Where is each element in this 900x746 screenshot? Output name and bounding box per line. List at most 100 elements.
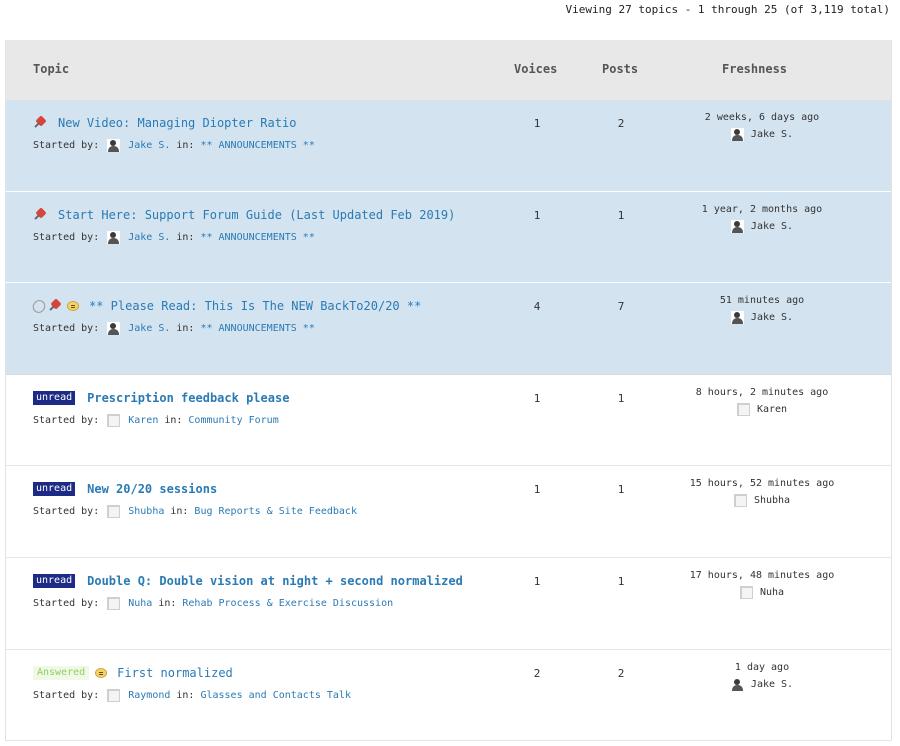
freshness-cell: 15 hours, 52 minutes ago Shubha xyxy=(651,478,873,510)
author-link[interactable]: Shubha xyxy=(128,506,164,517)
topic-row: unread Prescription feedback please Star… xyxy=(6,375,891,467)
author-avatar[interactable] xyxy=(107,596,121,610)
topic-title-link[interactable]: New Video: Managing Diopter Ratio xyxy=(58,116,296,130)
last-poster-link[interactable]: Jake S. xyxy=(751,221,793,232)
author-avatar[interactable] xyxy=(107,230,121,244)
topic-row: unread Double Q: Double vision at night … xyxy=(6,558,891,650)
posts-count: 2 xyxy=(617,666,625,680)
forum-link[interactable]: Glasses and Contacts Talk xyxy=(200,690,351,701)
topic-row: New Video: Managing Diopter Ratio Starte… xyxy=(6,100,891,192)
freshness-cell: 8 hours, 2 minutes ago Karen xyxy=(651,387,873,419)
started-by-label: Started by: xyxy=(33,597,100,609)
freshness-link[interactable]: 1 year, 2 months ago xyxy=(651,204,873,215)
started-by-label: Started by: xyxy=(33,506,100,518)
last-poster-link[interactable]: Nuha xyxy=(760,587,784,598)
posts-count: 1 xyxy=(617,208,625,222)
author-link[interactable]: Jake S. xyxy=(128,140,170,151)
freshness-cell: 1 day ago Jake S. xyxy=(651,662,873,694)
posts-count: 7 xyxy=(617,300,625,314)
author-avatar[interactable] xyxy=(107,322,121,336)
freshness-cell: 51 minutes ago Jake S. xyxy=(651,295,873,327)
last-poster-avatar[interactable] xyxy=(736,402,750,416)
freshness-cell: 17 hours, 48 minutes ago Nuha xyxy=(651,570,873,602)
last-poster-avatar[interactable] xyxy=(739,585,753,599)
author-link[interactable]: Nuha xyxy=(128,598,152,609)
author-avatar[interactable] xyxy=(107,413,121,427)
unread-badge: unread xyxy=(33,482,76,497)
unread-badge: unread xyxy=(33,573,76,588)
started-by-label: Started by: xyxy=(33,414,100,426)
last-poster-avatar[interactable] xyxy=(730,677,744,691)
last-poster-avatar[interactable] xyxy=(730,128,744,141)
author-link[interactable]: Jake S. xyxy=(128,323,170,334)
freshness-link[interactable]: 15 hours, 52 minutes ago xyxy=(651,478,873,489)
started-by-label: Started by: xyxy=(33,689,100,701)
topic-title-link[interactable]: Prescription feedback please xyxy=(87,391,289,405)
pagination-count: Viewing 27 topics - 1 through 25 (of 3,1… xyxy=(565,3,890,16)
column-header-voices: Voices xyxy=(514,62,558,76)
unread-badge: unread xyxy=(33,390,76,405)
freshness-link[interactable]: 1 day ago xyxy=(651,662,873,673)
topic-title-link[interactable]: ** Please Read: This Is The NEW BackTo20… xyxy=(89,299,421,313)
started-by-label: Started by: xyxy=(33,323,100,335)
author-link[interactable]: Karen xyxy=(128,415,158,426)
column-header-posts: Posts xyxy=(602,62,639,76)
last-poster-avatar[interactable] xyxy=(730,311,744,325)
voices-count: 1 xyxy=(533,117,541,130)
topic-row: Answered First normalized Started by: Ra… xyxy=(6,650,891,742)
freshness-link[interactable]: 17 hours, 48 minutes ago xyxy=(651,570,873,581)
voices-count: 1 xyxy=(533,208,541,222)
voices-count: 1 xyxy=(533,483,541,497)
last-poster-link[interactable]: Karen xyxy=(757,404,787,415)
topic-title-link[interactable]: Double Q: Double vision at night + secon… xyxy=(87,574,463,588)
topic-row: ** Please Read: This Is The NEW BackTo20… xyxy=(6,283,891,375)
topic-title-link[interactable]: First normalized xyxy=(117,666,233,680)
answered-badge: Answered xyxy=(33,665,90,680)
freshness-cell: 1 year, 2 months ago Jake S. xyxy=(651,204,873,236)
freshness-cell: 2 weeks, 6 days ago Jake S. xyxy=(651,112,873,144)
author-avatar[interactable] xyxy=(107,688,121,702)
voices-count: 1 xyxy=(533,574,541,588)
forum-link[interactable]: ** ANNOUNCEMENTS ** xyxy=(200,232,314,243)
column-header-freshness: Freshness xyxy=(722,62,788,76)
last-poster-avatar[interactable] xyxy=(730,219,744,233)
topic-table: Topic Voices Posts Freshness New Video: … xyxy=(5,40,892,742)
forum-link[interactable]: Community Forum xyxy=(188,415,278,426)
author-avatar[interactable] xyxy=(107,139,121,152)
forum-link[interactable]: ** ANNOUNCEMENTS ** xyxy=(200,140,314,151)
last-poster-link[interactable]: Jake S. xyxy=(751,312,793,323)
column-header-topic: Topic xyxy=(33,62,70,76)
started-by-label: Started by: xyxy=(33,140,100,151)
started-by-label: Started by: xyxy=(33,231,100,243)
in-label: in: xyxy=(158,597,177,609)
author-avatar[interactable] xyxy=(107,505,121,519)
voices-count: 4 xyxy=(533,300,541,314)
posts-count: 1 xyxy=(617,483,625,497)
voices-count: 2 xyxy=(533,666,541,680)
forum-link[interactable]: Rehab Process & Exercise Discussion xyxy=(182,598,393,609)
freshness-link[interactable]: 2 weeks, 6 days ago xyxy=(651,112,873,123)
forum-link[interactable]: ** ANNOUNCEMENTS ** xyxy=(200,323,314,334)
topic-title-link[interactable]: Start Here: Support Forum Guide (Last Up… xyxy=(58,208,455,222)
author-link[interactable]: Jake S. xyxy=(128,232,170,243)
pin-icon xyxy=(33,208,49,222)
pin-icon xyxy=(33,116,49,130)
last-poster-link[interactable]: Jake S. xyxy=(751,679,793,690)
posts-count: 2 xyxy=(617,117,625,130)
topic-title-link[interactable]: New 20/20 sessions xyxy=(87,482,217,496)
forum-link[interactable]: Bug Reports & Site Feedback xyxy=(194,506,357,517)
in-label: in: xyxy=(176,689,195,701)
last-poster-link[interactable]: Shubha xyxy=(754,495,790,506)
last-poster-avatar[interactable] xyxy=(733,494,747,508)
posts-count: 1 xyxy=(617,391,625,405)
in-label: in: xyxy=(176,231,195,243)
pin-icon xyxy=(48,299,64,313)
author-link[interactable]: Raymond xyxy=(128,690,170,701)
topic-row: Start Here: Support Forum Guide (Last Up… xyxy=(6,191,891,284)
table-header: Topic Voices Posts Freshness xyxy=(6,40,891,100)
in-label: in: xyxy=(176,140,195,151)
freshness-link[interactable]: 51 minutes ago xyxy=(651,295,873,306)
freshness-link[interactable]: 8 hours, 2 minutes ago xyxy=(651,387,873,398)
posts-count: 1 xyxy=(617,574,625,588)
last-poster-link[interactable]: Jake S. xyxy=(751,129,793,140)
